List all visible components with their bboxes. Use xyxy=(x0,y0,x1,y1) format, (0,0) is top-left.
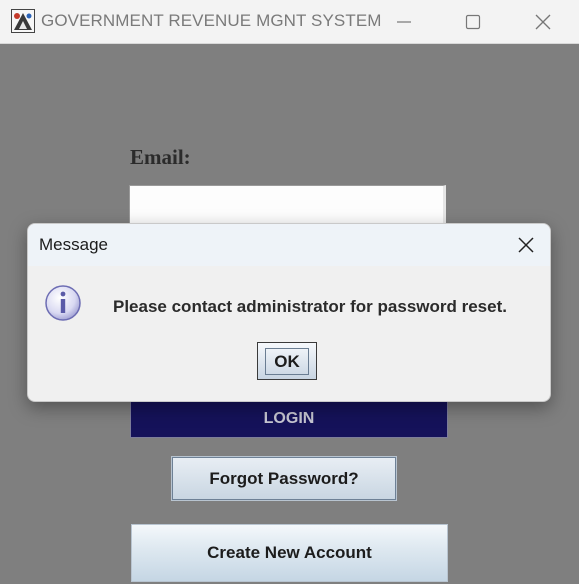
email-label: Email: xyxy=(130,145,191,169)
forgot-password-button[interactable]: Forgot Password? xyxy=(171,456,397,501)
message-dialog: Message Please contact administrator for… xyxy=(27,223,551,402)
close-icon xyxy=(518,237,534,253)
maximize-button[interactable] xyxy=(444,0,502,43)
java-app-icon xyxy=(11,9,35,33)
ok-button[interactable]: OK xyxy=(257,342,317,380)
dialog-message: Please contact administrator for passwor… xyxy=(113,297,507,316)
info-icon xyxy=(44,284,82,322)
close-icon xyxy=(535,14,551,29)
dialog-title: Message xyxy=(39,235,108,254)
minimize-icon xyxy=(397,20,411,23)
dialog-titlebar: Message xyxy=(28,224,550,266)
window-title: GOVERNMENT REVENUE MGNT SYSTEM xyxy=(41,11,382,30)
dialog-close-button[interactable] xyxy=(516,235,536,255)
minimize-button[interactable] xyxy=(375,0,433,43)
create-account-button[interactable]: Create New Account xyxy=(131,524,448,582)
maximize-icon xyxy=(465,14,481,29)
ok-button-label: OK xyxy=(265,347,309,375)
window-titlebar: GOVERNMENT REVENUE MGNT SYSTEM xyxy=(0,0,579,44)
close-button[interactable] xyxy=(514,0,572,43)
email-field[interactable] xyxy=(129,185,446,227)
